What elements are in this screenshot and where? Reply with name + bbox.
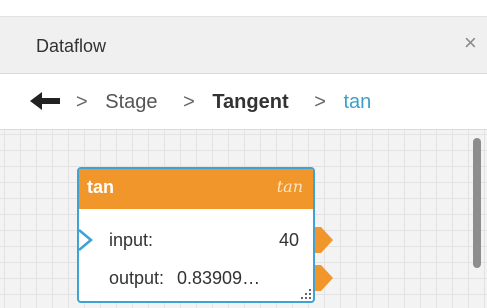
- output-port-value: 0.83909…: [177, 268, 261, 288]
- close-icon[interactable]: ×: [464, 32, 477, 54]
- dataflow-panel: Dataflow × > Stage > Tangent > tan tan t…: [0, 0, 487, 308]
- output-port-row: output: 0.83909…: [79, 260, 333, 296]
- node-header[interactable]: tan tan: [79, 169, 313, 209]
- input-port-value[interactable]: 40: [279, 230, 299, 251]
- breadcrumb-separator: >: [314, 91, 326, 113]
- top-strip: [0, 0, 487, 16]
- output-port-label: output:: [109, 268, 165, 288]
- breadcrumb-trail: > Stage > Tangent > tan: [76, 91, 371, 114]
- input-port-connector-icon[interactable]: [315, 227, 333, 253]
- input-port-row: input: 40: [77, 222, 333, 258]
- title-bar: Dataflow ×: [0, 16, 487, 74]
- breadcrumb-separator: >: [76, 91, 88, 113]
- breadcrumb-separator: >: [183, 91, 195, 113]
- input-port-label: input:: [109, 230, 154, 250]
- back-button[interactable]: [30, 90, 68, 112]
- breadcrumb: > Stage > Tangent > tan: [0, 74, 487, 130]
- vertical-scrollbar[interactable]: [473, 138, 481, 268]
- node-formula: tan: [276, 177, 303, 196]
- arrow-left-icon: [30, 92, 60, 110]
- breadcrumb-item-stage[interactable]: Stage: [105, 91, 157, 114]
- breadcrumb-item-tan: tan: [343, 91, 372, 113]
- node-title: tan: [87, 177, 114, 197]
- panel-title: Dataflow: [36, 36, 107, 56]
- resize-handle-icon[interactable]: [301, 289, 311, 299]
- output-port-connector-icon[interactable]: [315, 265, 333, 291]
- tan-node[interactable]: tan tan input: 40 output: 0.83909…: [77, 167, 333, 303]
- breadcrumb-item-tangent[interactable]: Tangent: [212, 91, 288, 114]
- input-port-arrow-icon[interactable]: [77, 228, 95, 252]
